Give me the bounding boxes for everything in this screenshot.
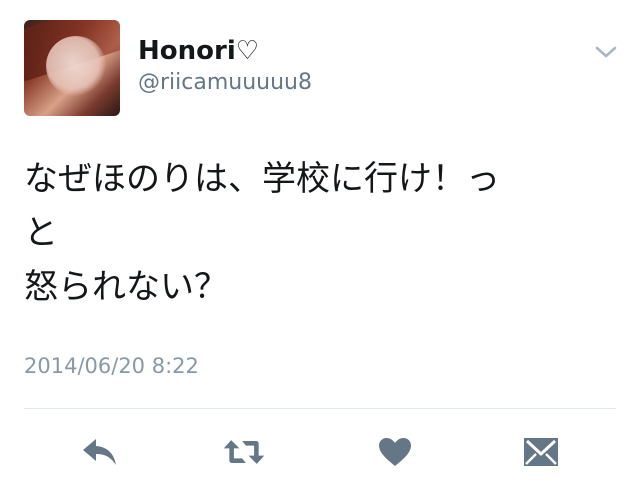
divider [24, 408, 616, 409]
avatar-face [46, 36, 106, 96]
chevron-down-icon[interactable] [594, 42, 618, 62]
tweet-text: なぜほのりは、学校に行け！っ と 怒られない？ [24, 152, 624, 314]
tweet-text-line: 怒られない？ [24, 267, 228, 307]
user-name[interactable]: Honori♡ [138, 36, 259, 66]
heart-icon [379, 438, 411, 466]
avatar[interactable] [24, 20, 120, 116]
reply-icon [83, 439, 116, 465]
user-handle[interactable]: @riicamuuuuu8 [138, 70, 312, 95]
timestamp[interactable]: 2014/06/20 8:22 [24, 354, 199, 378]
direct-message-button[interactable] [519, 430, 563, 474]
retweet-button[interactable] [222, 430, 266, 474]
retweet-icon [223, 440, 265, 464]
reply-button[interactable] [78, 430, 122, 474]
mail-icon [524, 438, 558, 466]
tweet-header: Honori♡ @riicamuuuuu8 [0, 0, 640, 130]
tweet-text-line: と [24, 213, 58, 253]
action-bar [0, 430, 640, 480]
like-button[interactable] [373, 430, 417, 474]
tweet-text-line: なぜほのりは、学校に行け！っ [24, 159, 500, 199]
